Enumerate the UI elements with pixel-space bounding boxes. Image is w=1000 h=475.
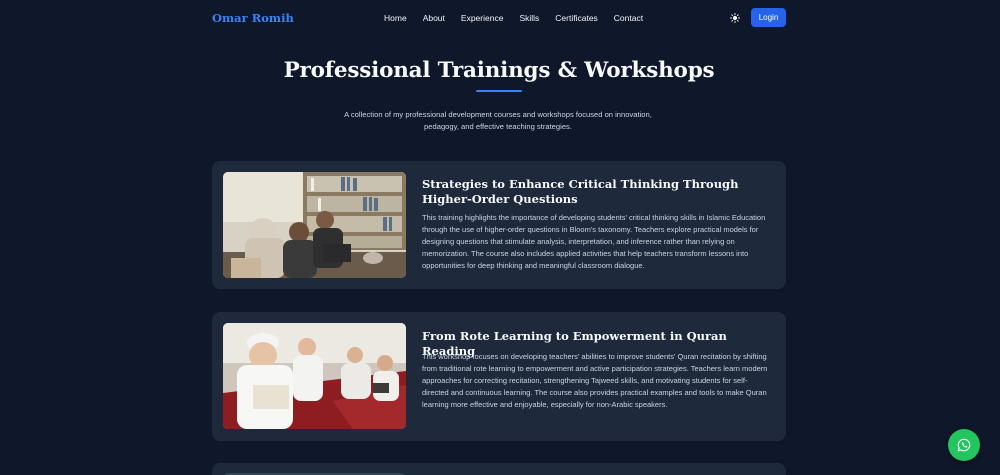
nav-item-certificates[interactable]: Certificates bbox=[555, 13, 598, 23]
training-card: From Rote Learning to Empowerment in Qur… bbox=[212, 312, 786, 441]
nav-item-skills[interactable]: Skills bbox=[519, 13, 539, 23]
training-image bbox=[223, 172, 406, 278]
training-description: This training highlights the importance … bbox=[422, 213, 766, 271]
whatsapp-icon bbox=[957, 438, 971, 452]
nav-item-home[interactable]: Home bbox=[384, 13, 407, 23]
nav-menu: Home About Experience Skills Certificate… bbox=[384, 13, 659, 23]
training-title: Strategies to Enhance Critical Thinking … bbox=[422, 177, 739, 206]
title-underline bbox=[476, 90, 522, 92]
nav-item-contact[interactable]: Contact bbox=[614, 13, 643, 23]
whatsapp-button[interactable] bbox=[948, 429, 980, 461]
training-card: Strategies to Enhance Critical Thinking … bbox=[212, 161, 786, 289]
top-navbar: Omar Romih Home About Experience Skills … bbox=[0, 0, 1000, 36]
sun-icon bbox=[730, 13, 740, 23]
page-subtitle: A collection of my professional developm… bbox=[344, 110, 652, 131]
login-button[interactable]: Login bbox=[751, 8, 786, 27]
page-title: Professional Trainings & Workshops bbox=[283, 58, 715, 83]
nav-item-about[interactable]: About bbox=[423, 13, 445, 23]
brand-logo[interactable]: Omar Romih bbox=[212, 11, 294, 25]
training-description: This workshop focuses on developing teac… bbox=[422, 352, 768, 410]
theme-toggle-button[interactable] bbox=[729, 12, 741, 24]
nav-item-experience[interactable]: Experience bbox=[461, 13, 504, 23]
training-card bbox=[212, 463, 786, 475]
training-image bbox=[223, 323, 406, 429]
